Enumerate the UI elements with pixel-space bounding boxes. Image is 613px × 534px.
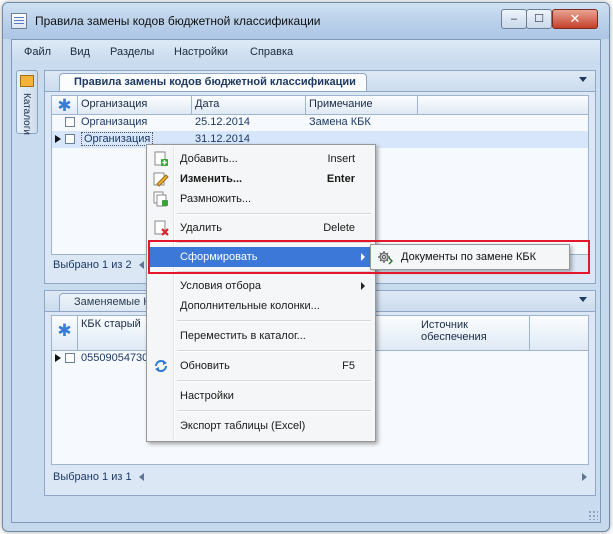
menu-separator <box>177 242 371 244</box>
rules-grid-header: ✱ Организация Дата Примечание <box>52 96 588 115</box>
column-header-date[interactable]: Дата <box>192 96 306 114</box>
menu-item-label: Добавить... <box>180 153 238 165</box>
menu-item-label: Условия отбора <box>180 280 261 292</box>
menu-item-label: Изменить... <box>180 173 243 185</box>
close-button[interactable]: ✕ <box>552 9 598 29</box>
rules-tabstrip: Правила замены кодов бюджетной классифик… <box>45 71 595 92</box>
submenu-arrow-icon <box>361 282 365 290</box>
tab-rules[interactable]: Правила замены кодов бюджетной классифик… <box>59 73 367 91</box>
menu-item-label: Сформировать <box>180 251 258 263</box>
menu-separator <box>177 410 371 412</box>
scroll-right-icon[interactable] <box>582 473 587 481</box>
menu-item-label: Дополнительные колонки... <box>180 300 320 312</box>
delete-icon <box>154 220 169 236</box>
duplicate-icon <box>153 191 168 207</box>
menu-item-move-to-catalog[interactable]: Переместить в каталог... <box>149 326 373 346</box>
column-header-org[interactable]: Организация <box>78 96 192 114</box>
row-pointer-icon <box>55 135 61 143</box>
menu-item-add[interactable]: Добавить... Insert <box>149 149 373 169</box>
menu-item-shortcut: F5 <box>342 360 355 372</box>
app-icon <box>11 13 27 29</box>
row-pointer-icon <box>55 354 61 362</box>
menu-item-shortcut: Delete <box>323 222 355 234</box>
title-bar[interactable]: Правила замены кодов бюджетной классифик… <box>3 3 609 39</box>
column-header-kbk-old[interactable]: КБК старый <box>78 316 152 350</box>
edit-icon <box>153 172 169 187</box>
cell-note: Замена КБК <box>309 116 371 128</box>
maximize-button[interactable]: ☐ <box>526 9 552 29</box>
menu-separator <box>177 350 371 352</box>
menu-item-shortcut: Insert <box>327 153 355 165</box>
selection-count: Выбрано 1 из 2 <box>53 259 132 271</box>
menu-item-label: Обновить <box>180 360 230 372</box>
menu-item-label: Переместить в каталог... <box>180 330 306 342</box>
menu-separator <box>177 271 371 273</box>
menu-view[interactable]: Вид <box>70 46 90 58</box>
menu-item-label: Удалить <box>180 222 222 234</box>
menu-item-settings[interactable]: Настройки <box>149 386 373 406</box>
menu-item-shortcut: Enter <box>326 173 355 185</box>
chevron-down-icon[interactable] <box>579 297 587 302</box>
generate-submenu: Документы по замене КБК <box>370 244 570 270</box>
asterisk-icon[interactable]: ✱ <box>52 96 78 115</box>
submenu-item-kbk-docs[interactable]: Документы по замене КБК <box>401 251 536 263</box>
menu-separator <box>177 320 371 322</box>
add-icon <box>154 151 168 166</box>
menu-item-edit[interactable]: Изменить... Enter <box>149 169 373 189</box>
menu-separator <box>177 380 371 382</box>
column-header-note[interactable]: Примечание <box>306 96 418 114</box>
window-title: Правила замены кодов бюджетной классифик… <box>35 14 321 28</box>
context-menu: Добавить... Insert Изменить... Enter Раз… <box>146 144 376 442</box>
chevron-down-icon[interactable] <box>579 77 587 82</box>
menu-file[interactable]: Файл <box>24 46 51 58</box>
menu-bar: Файл Вид Разделы Настройки Справка <box>12 40 600 64</box>
menu-item-export-excel[interactable]: Экспорт таблицы (Excel) <box>149 416 373 436</box>
asterisk-icon[interactable]: ✱ <box>52 316 78 350</box>
menu-item-extra-columns[interactable]: Дополнительные колонки... <box>149 296 373 316</box>
resize-grip[interactable] <box>588 510 598 520</box>
menu-item-filter[interactable]: Условия отбора <box>149 276 373 296</box>
minimize-button[interactable]: – <box>501 9 527 29</box>
menu-item-delete[interactable]: Удалить Delete <box>149 218 373 238</box>
selection-count: Выбрано 1 из 1 <box>53 471 132 483</box>
menu-help[interactable]: Справка <box>250 46 293 58</box>
refresh-icon <box>155 360 167 372</box>
cell-org: Организация <box>81 116 148 128</box>
menu-item-label: Экспорт таблицы (Excel) <box>180 420 306 432</box>
cell-kbk-old: 055090547300 <box>81 352 155 364</box>
scroll-left-icon[interactable] <box>139 261 144 269</box>
catalog-label: Каталоги <box>21 93 32 135</box>
menu-item-generate[interactable]: Сформировать <box>149 247 373 267</box>
column-header-source[interactable]: Источник обеспечения <box>418 316 530 350</box>
menu-sections[interactable]: Разделы <box>110 46 154 58</box>
menu-item-refresh[interactable]: Обновить F5 <box>149 356 373 376</box>
table-row[interactable]: Организация 25.12.2014 Замена КБК <box>52 114 588 131</box>
submenu-arrow-icon <box>361 253 365 261</box>
cell-date: 25.12.2014 <box>195 116 251 128</box>
menu-item-label: Размножить... <box>180 193 252 205</box>
scroll-left-icon[interactable] <box>139 473 144 481</box>
row-checkbox[interactable] <box>65 353 75 363</box>
menu-item-label: Настройки <box>180 390 234 402</box>
replaced-statusbar: Выбрано 1 из 1 <box>51 469 589 485</box>
catalog-side-tab[interactable]: Каталоги <box>16 70 38 135</box>
menu-item-duplicate[interactable]: Размножить... <box>149 189 373 209</box>
row-checkbox[interactable] <box>65 117 75 127</box>
menu-separator <box>177 213 371 215</box>
menu-settings[interactable]: Настройки <box>174 46 228 58</box>
cell-org: Организация <box>81 132 154 146</box>
gear-doc-icon <box>378 251 393 265</box>
catalog-icon <box>20 75 34 87</box>
row-checkbox[interactable] <box>65 134 75 144</box>
